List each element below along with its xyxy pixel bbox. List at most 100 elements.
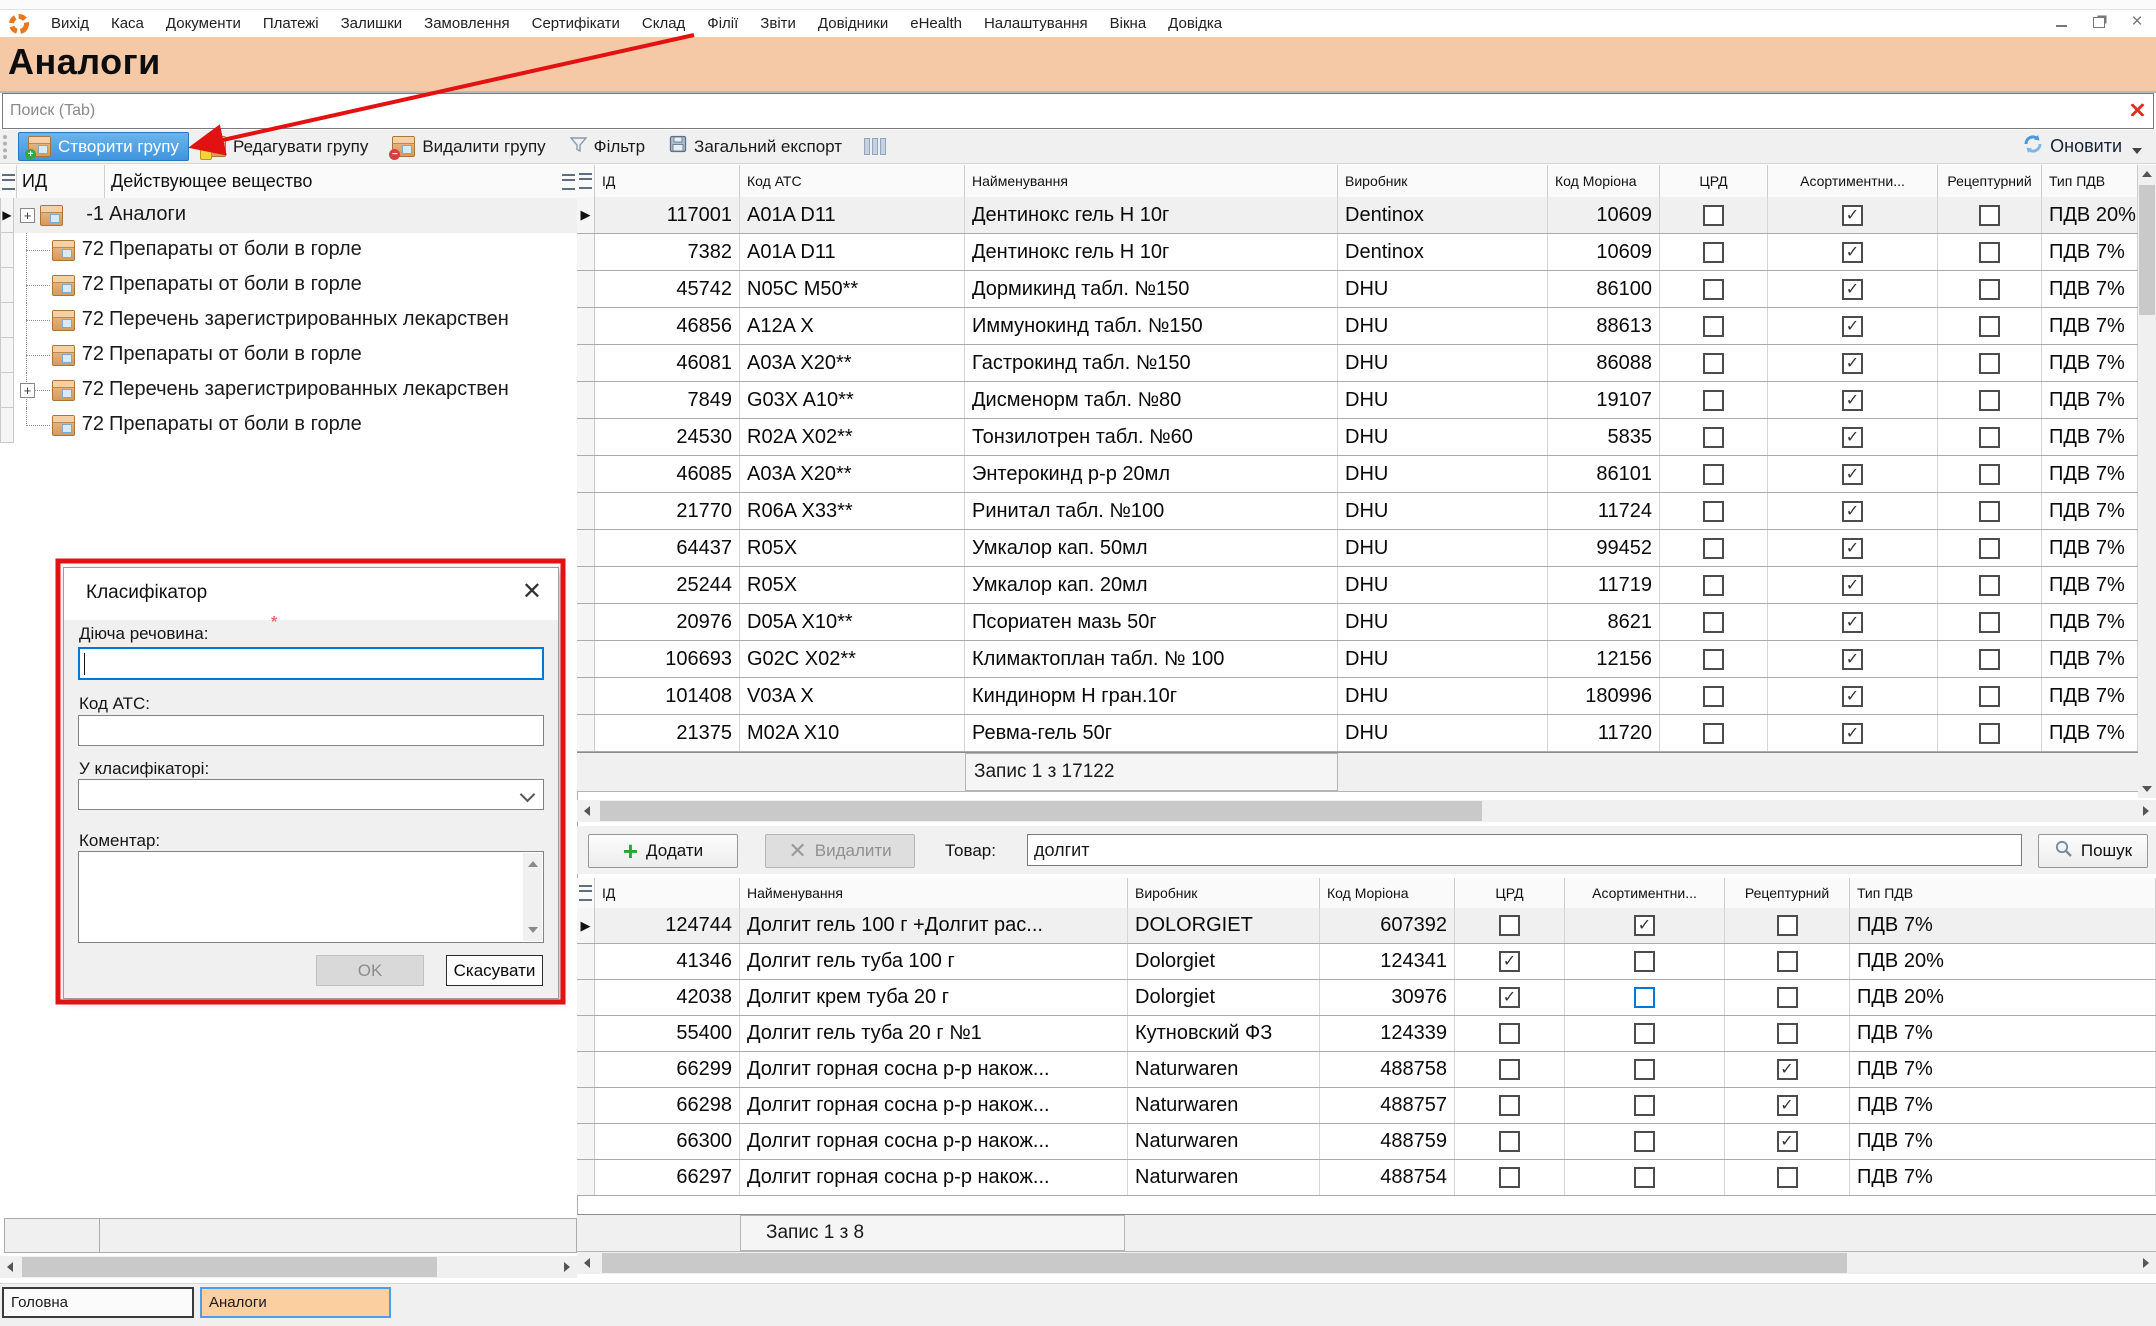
- column-header[interactable]: Рецептурний: [1725, 878, 1850, 908]
- table-row[interactable]: 46081A03A X20**Гастрокинд табл. №150DHU8…: [577, 345, 2156, 382]
- recipe-checkbox[interactable]: [1979, 390, 2000, 411]
- checkbox-cell[interactable]: [1565, 1052, 1725, 1087]
- tree-item[interactable]: 72Препараты от боли в горле: [0, 268, 577, 303]
- checkbox-cell[interactable]: ✓: [1768, 715, 1938, 751]
- table-row[interactable]: 46856A12A XИммунокинд табл. №150DHU88613…: [577, 308, 2156, 345]
- asort-checkbox[interactable]: ✓: [1842, 316, 1863, 337]
- crd-checkbox[interactable]: ✓: [1499, 987, 1520, 1008]
- recipe-checkbox[interactable]: ✓: [1777, 1059, 1798, 1080]
- table-row[interactable]: 101408V03A XКиндинорм Н гран.10гDHU18099…: [577, 678, 2156, 715]
- checkbox-cell[interactable]: ✓: [1768, 493, 1938, 529]
- crd-checkbox[interactable]: [1703, 575, 1724, 596]
- asort-checkbox[interactable]: ✓: [1842, 205, 1863, 226]
- checkbox-cell[interactable]: [1938, 419, 2042, 455]
- column-header[interactable]: Тип ПДВ: [1850, 878, 2156, 908]
- recipe-checkbox[interactable]: [1979, 686, 2000, 707]
- tree-item[interactable]: 72Перечень зарегистрированных лекарствен: [0, 303, 577, 338]
- tree-hscrollbar[interactable]: [0, 1256, 577, 1278]
- table-row[interactable]: 7849G03X A10**Дисменорм табл. №80DHU1910…: [577, 382, 2156, 419]
- checkbox-cell[interactable]: [1725, 1160, 1850, 1195]
- checkbox-cell[interactable]: [1565, 944, 1725, 979]
- checkbox-cell[interactable]: [1660, 456, 1768, 492]
- tree-item[interactable]: 72Препараты от боли в горле: [0, 408, 577, 443]
- column-header[interactable]: Тип ПДВ: [2042, 165, 2138, 197]
- checkbox-cell[interactable]: [1660, 271, 1768, 307]
- clear-search-icon[interactable]: ✕: [2124, 98, 2150, 124]
- crd-checkbox[interactable]: [1703, 723, 1724, 744]
- search-input[interactable]: Поиск (Tab) ✕: [2, 93, 2154, 129]
- menu-item[interactable]: eHealth: [899, 12, 973, 35]
- tree-item[interactable]: ▶+-1Аналоги: [0, 198, 577, 233]
- asort-checkbox[interactable]: ✓: [1842, 464, 1863, 485]
- recipe-checkbox[interactable]: [1979, 205, 2000, 226]
- table-row[interactable]: 55400Долгит гель туба 20 г №1Кутновский …: [577, 1016, 2156, 1052]
- checkbox-cell[interactable]: [1660, 382, 1768, 418]
- checkbox-cell[interactable]: ✓: [1768, 567, 1938, 603]
- checkbox-cell[interactable]: [1938, 530, 2042, 566]
- crd-checkbox[interactable]: [1703, 353, 1724, 374]
- asort-checkbox[interactable]: ✓: [1842, 427, 1863, 448]
- checkbox-cell[interactable]: [1938, 567, 2042, 603]
- checkbox-cell[interactable]: [1938, 641, 2042, 677]
- checkbox-cell[interactable]: [1725, 980, 1850, 1015]
- table-row[interactable]: 25244R05XУмкалор кап. 20млDHU11719✓ПДВ 7…: [577, 567, 2156, 604]
- product-search-input[interactable]: долгит: [1027, 834, 2022, 866]
- table-row[interactable]: 21375M02A X10Ревма-гель 50гDHU11720✓ПДВ …: [577, 715, 2156, 752]
- menu-item[interactable]: Звіти: [749, 12, 807, 35]
- table-row[interactable]: 20976D05A X10**Псориатен мазь 50гDHU8621…: [577, 604, 2156, 641]
- column-header[interactable]: Виробник: [1338, 165, 1548, 197]
- checkbox-cell[interactable]: ✓: [1455, 944, 1565, 979]
- menu-item[interactable]: Вікна: [1099, 12, 1158, 35]
- column-header[interactable]: Асортиментни...: [1565, 878, 1725, 908]
- crd-checkbox[interactable]: ✓: [1499, 951, 1520, 972]
- menu-item[interactable]: Довідники: [807, 12, 899, 35]
- checkbox-cell[interactable]: [1938, 197, 2042, 233]
- checkbox-cell[interactable]: [1455, 908, 1565, 943]
- close-button[interactable]: ×: [2126, 12, 2148, 32]
- checkbox-cell[interactable]: ✓: [1768, 345, 1938, 381]
- checkbox-cell[interactable]: [1660, 493, 1768, 529]
- crd-checkbox[interactable]: [1703, 427, 1724, 448]
- checkbox-cell[interactable]: ✓: [1768, 604, 1938, 640]
- checkbox-cell[interactable]: [1565, 980, 1725, 1015]
- recipe-checkbox[interactable]: [1979, 242, 2000, 263]
- recipe-checkbox[interactable]: [1777, 951, 1798, 972]
- recipe-checkbox[interactable]: [1777, 1023, 1798, 1044]
- checkbox-cell[interactable]: ✓: [1768, 530, 1938, 566]
- crd-checkbox[interactable]: [1499, 1023, 1520, 1044]
- tree-item[interactable]: +72Перечень зарегистрированных лекарстве…: [0, 373, 577, 408]
- column-header[interactable]: ЦРД: [1455, 878, 1565, 908]
- checkbox-cell[interactable]: [1938, 345, 2042, 381]
- create-group-button[interactable]: + Створити групу: [18, 132, 189, 161]
- checkbox-cell[interactable]: [1455, 1124, 1565, 1159]
- delete-group-button[interactable]: − Видалити групу: [382, 132, 555, 161]
- tree-item[interactable]: 72Препараты от боли в горле: [0, 233, 577, 268]
- table-row[interactable]: 7382A01A D11Дентинокс гель Н 10гDentinox…: [577, 234, 2156, 271]
- menu-item[interactable]: Сертифікати: [521, 12, 631, 35]
- table-row[interactable]: 42038Долгит крем туба 20 гDolorgiet30976…: [577, 980, 2156, 1016]
- minimize-button[interactable]: [2050, 12, 2072, 32]
- column-header[interactable]: ІД: [595, 878, 740, 908]
- column-header[interactable]: ЦРД: [1660, 165, 1768, 197]
- table-row[interactable]: 66298Долгит горная сосна р-р накож...Nat…: [577, 1088, 2156, 1124]
- column-header[interactable]: Код Моріона: [1548, 165, 1660, 197]
- checkbox-cell[interactable]: [1455, 1016, 1565, 1051]
- menu-item[interactable]: Каса: [100, 12, 155, 35]
- dialog-close-icon[interactable]: ✕: [522, 580, 542, 604]
- checkbox-cell[interactable]: [1660, 530, 1768, 566]
- classifier-select[interactable]: [78, 779, 544, 810]
- column-header[interactable]: Рецептурний: [1938, 165, 2042, 197]
- crd-checkbox[interactable]: [1703, 501, 1724, 522]
- crd-checkbox[interactable]: [1703, 612, 1724, 633]
- menu-item[interactable]: Налаштування: [973, 12, 1099, 35]
- cancel-button[interactable]: Скасувати: [446, 955, 543, 986]
- recipe-checkbox[interactable]: [1777, 915, 1798, 936]
- column-header[interactable]: Асортиментни...: [1768, 165, 1938, 197]
- crd-checkbox[interactable]: [1499, 1131, 1520, 1152]
- column-header[interactable]: Виробник: [1128, 878, 1320, 908]
- table-row[interactable]: 46085A03A X20**Энтерокинд р-р 20млDHU861…: [577, 456, 2156, 493]
- checkbox-cell[interactable]: ✓: [1725, 1088, 1850, 1123]
- checkbox-cell[interactable]: [1660, 641, 1768, 677]
- table-row[interactable]: 66299Долгит горная сосна р-р накож...Nat…: [577, 1052, 2156, 1088]
- table-row[interactable]: ▶124744Долгит гель 100 г +Долгит рас...D…: [577, 908, 2156, 944]
